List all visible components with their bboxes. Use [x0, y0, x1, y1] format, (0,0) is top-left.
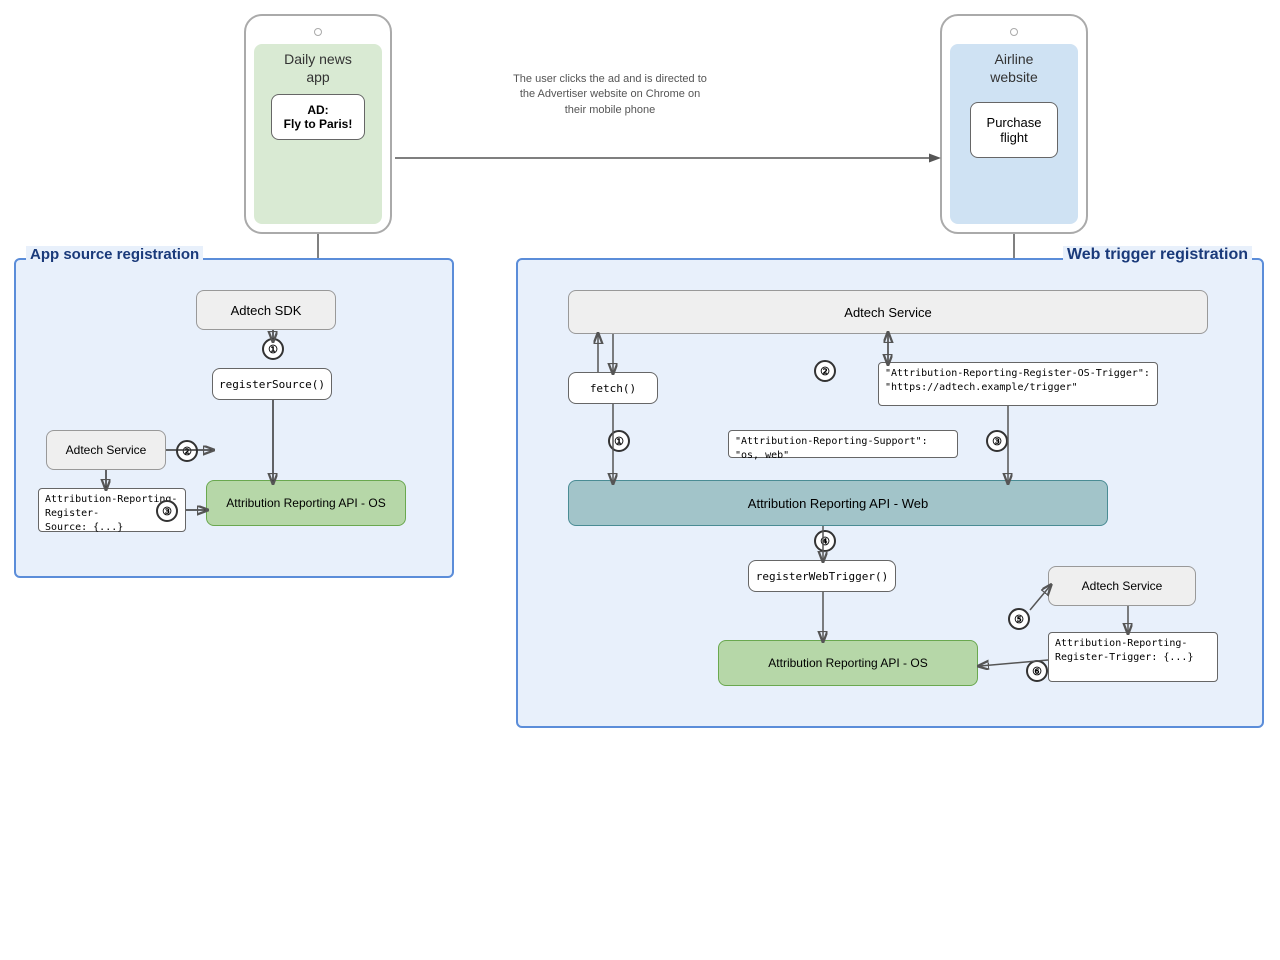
- step2-right: ②: [814, 360, 836, 382]
- step2-left: ②: [176, 440, 198, 462]
- os-trigger-code-box: "Attribution-Reporting-Register-OS-Trigg…: [878, 362, 1158, 406]
- diagram-area: Daily newsapp AD:Fly to Paris! Airlinewe…: [0, 0, 1280, 960]
- register-web-trigger-box: registerWebTrigger(): [748, 560, 896, 592]
- phone-dot-left: [314, 28, 322, 36]
- right-phone-title: Airlinewebsite: [990, 50, 1037, 86]
- adtech-service-top-right: Adtech Service: [568, 290, 1208, 334]
- phone-dot-right: [1010, 28, 1018, 36]
- register-source-box: registerSource(): [212, 368, 332, 400]
- right-phone: Airlinewebsite Purchaseflight: [940, 14, 1088, 234]
- attribution-api-os-right: Attribution Reporting API - OS: [718, 640, 978, 686]
- left-phone-title: Daily newsapp: [284, 50, 352, 86]
- left-phone-screen: Daily newsapp AD:Fly to Paris!: [254, 44, 382, 224]
- attribution-api-os-left: Attribution Reporting API - OS: [206, 480, 406, 526]
- purchase-box: Purchaseflight: [970, 102, 1059, 158]
- attribution-api-web: Attribution Reporting API - Web: [568, 480, 1108, 526]
- right-phone-screen: Airlinewebsite Purchaseflight: [950, 44, 1078, 224]
- left-phone: Daily newsapp AD:Fly to Paris!: [244, 14, 392, 234]
- step5-right: ⑤: [1008, 608, 1030, 630]
- ad-box: AD:Fly to Paris!: [271, 94, 366, 140]
- support-code-box: "Attribution-Reporting-Support": "os, we…: [728, 430, 958, 458]
- step1-left: ①: [262, 338, 284, 360]
- adtech-service-left: Adtech Service: [46, 430, 166, 470]
- purchase-text: Purchaseflight: [987, 115, 1042, 145]
- step4-right: ④: [814, 530, 836, 552]
- right-reg-box-title: Web trigger registration: [1063, 246, 1252, 264]
- adtech-sdk-box: Adtech SDK: [196, 290, 336, 330]
- arrow-annotation: The user clicks the ad and is directed t…: [480, 72, 740, 118]
- ad-text: AD:Fly to Paris!: [284, 103, 353, 131]
- adtech-service-bottom-right: Adtech Service: [1048, 566, 1196, 606]
- left-reg-box: App source registration Adtech SDK ① reg…: [14, 258, 454, 578]
- step6-right: ⑥: [1026, 660, 1048, 682]
- step3-right: ③: [986, 430, 1008, 452]
- step1-right: ①: [608, 430, 630, 452]
- fetch-box: fetch(): [568, 372, 658, 404]
- left-reg-box-title: App source registration: [26, 246, 203, 263]
- code-block-bottom-right: Attribution-Reporting-Register-Trigger: …: [1048, 632, 1218, 682]
- right-reg-box: Web trigger registration Adtech Service …: [516, 258, 1264, 728]
- step3-left: ③: [156, 500, 178, 522]
